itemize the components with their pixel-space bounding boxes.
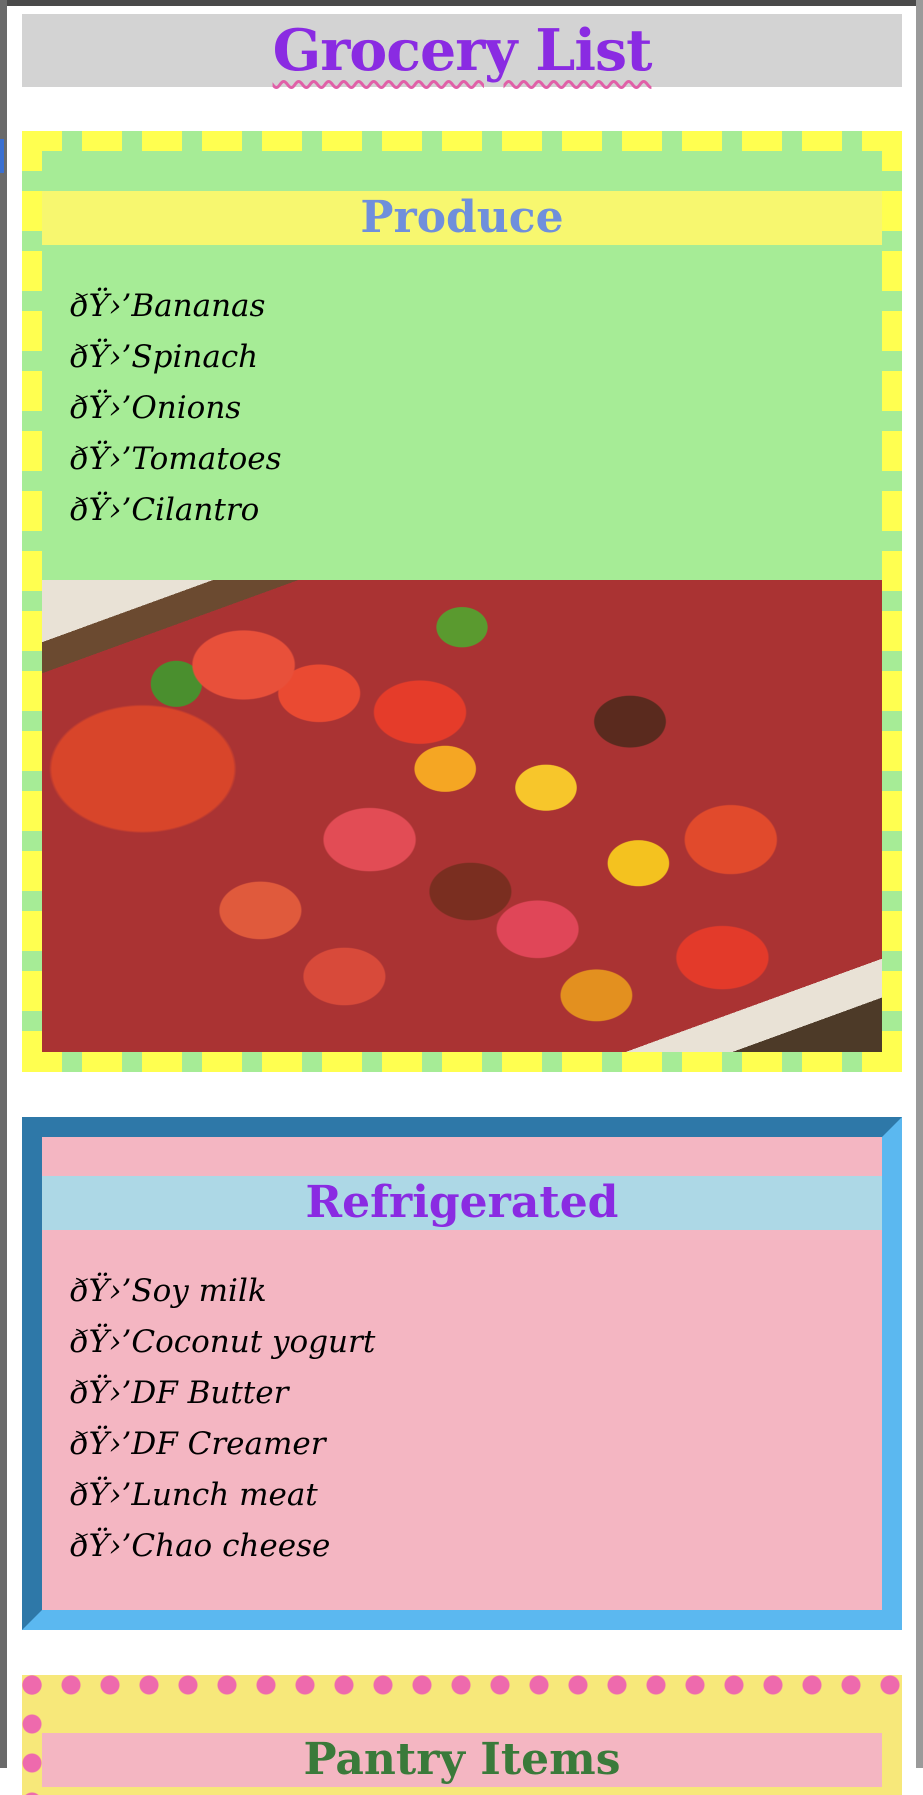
produce-panel: Produce ðŸ›’Bananas ðŸ›’Spinach ðŸ›’Onio… [42,151,882,1052]
list-item: ðŸ›’DF Creamer [70,1426,326,1462]
page-title: Grocery List [272,17,653,84]
list-item: ðŸ›’Coconut yogurt [70,1324,376,1360]
refrigerated-section: Refrigerated ðŸ›’Soy milk ðŸ›’Coconut yo… [22,1117,902,1630]
page-header: Grocery List [22,14,902,87]
edge-marker [0,139,4,173]
tomatoes-photo [42,580,882,1052]
produce-heading: Produce [42,191,882,245]
window-right-edge [916,0,923,1768]
refrigerated-heading: Refrigerated [42,1176,882,1230]
produce-section: Produce ðŸ›’Bananas ðŸ›’Spinach ðŸ›’Onio… [22,131,902,1072]
list-item: ðŸ›’Chao cheese [70,1528,331,1564]
pantry-section: Pantry Items [22,1675,902,1795]
list-item: ðŸ›’Tomatoes [70,441,282,477]
list-item: ðŸ›’Lunch meat [70,1477,318,1513]
refrigerated-panel: Refrigerated ðŸ›’Soy milk ðŸ›’Coconut yo… [42,1137,882,1610]
list-item: ðŸ›’Cilantro [70,492,260,528]
list-item: ðŸ›’Soy milk [70,1273,267,1309]
refrigerated-list: ðŸ›’Soy milk ðŸ›’Coconut yogurt ðŸ›’DF B… [42,1266,882,1572]
window-top-edge [0,0,923,6]
list-item: ðŸ›’Onions [70,390,242,426]
list-item: ðŸ›’Bananas [70,288,266,324]
produce-list: ðŸ›’Bananas ðŸ›’Spinach ðŸ›’Onions ðŸ›’T… [42,281,882,536]
list-item: ðŸ›’Spinach [70,339,259,375]
pantry-heading: Pantry Items [42,1733,882,1787]
list-item: ðŸ›’DF Butter [70,1375,289,1411]
window-left-edge [0,0,7,1768]
